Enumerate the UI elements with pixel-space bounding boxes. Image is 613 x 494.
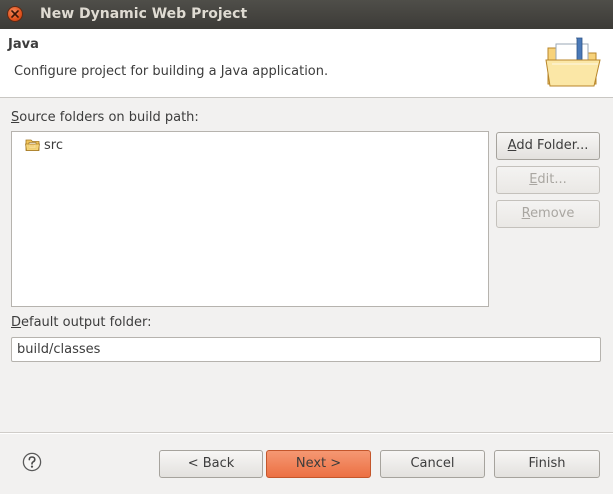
help-icon[interactable]: [22, 452, 42, 472]
cancel-button[interactable]: Cancel: [380, 450, 485, 478]
back-button[interactable]: < Back: [159, 450, 263, 478]
add-folder-button[interactable]: Add Folder...: [496, 132, 600, 160]
remove-button[interactable]: Remove: [496, 200, 600, 228]
list-item[interactable]: src: [25, 136, 63, 154]
close-icon: [11, 10, 19, 18]
page-title: Java: [8, 37, 39, 52]
default-output-folder-label: Default output folder:: [11, 315, 152, 330]
close-window-button[interactable]: [7, 6, 23, 22]
finish-button[interactable]: Finish: [494, 450, 600, 478]
list-item-label: src: [44, 137, 63, 153]
dialog-window: New Dynamic Web Project Java Configure p…: [0, 0, 613, 494]
footer-separator-highlight: [0, 433, 613, 434]
source-folder-icon: [25, 139, 40, 151]
default-output-folder-input[interactable]: build/classes: [11, 337, 601, 362]
edit-button[interactable]: Edit...: [496, 166, 600, 194]
java-folder-wizard-icon: [545, 37, 601, 87]
source-folders-label: Source folders on build path:: [11, 110, 199, 125]
title-bar: New Dynamic Web Project: [0, 0, 613, 29]
window-title: New Dynamic Web Project: [40, 6, 248, 22]
source-folders-list[interactable]: src: [11, 131, 489, 307]
wizard-banner: Java Configure project for building a Ja…: [0, 29, 613, 98]
page-description: Configure project for building a Java ap…: [14, 64, 329, 79]
next-button[interactable]: Next >: [266, 450, 371, 478]
